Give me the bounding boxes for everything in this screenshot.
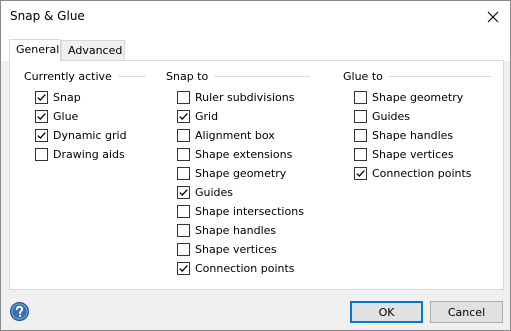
checkbox-snap-to-shape-intersections[interactable]: Shape intersections [177, 203, 304, 220]
checkbox-box[interactable] [35, 148, 48, 161]
checkbox-box[interactable] [177, 224, 190, 237]
checkmark-icon [179, 189, 188, 197]
checkbox-box[interactable] [177, 262, 190, 275]
snap-to-title-text: Snap to [166, 70, 209, 83]
checkbox-label: Dynamic grid [53, 129, 127, 142]
checkbox-box[interactable] [177, 205, 190, 218]
checkbox-snap-to-shape-vertices[interactable]: Shape vertices [177, 241, 277, 258]
checkbox-label: Shape vertices [195, 243, 277, 256]
cancel-button-label: Cancel [447, 305, 486, 319]
group-divider [214, 76, 311, 77]
checkbox-currently-active-snap[interactable]: Snap [35, 89, 81, 106]
checkbox-snap-to-ruler-subdivisions[interactable]: Ruler subdivisions [177, 89, 294, 106]
checkbox-box[interactable] [35, 91, 48, 104]
checkbox-label: Connection points [372, 167, 472, 180]
snap-to-group-title: Snap to [166, 70, 311, 83]
checkbox-snap-to-guides[interactable]: Guides [177, 184, 233, 201]
checkmark-icon [37, 94, 46, 102]
checkbox-label: Guides [372, 110, 411, 123]
checkbox-box[interactable] [354, 148, 367, 161]
checkmark-icon [179, 265, 188, 273]
group-divider [388, 76, 491, 77]
checkbox-label: Guides [195, 186, 234, 199]
checkbox-label: Ruler subdivisions [195, 91, 295, 104]
checkbox-box[interactable] [354, 167, 367, 180]
checkbox-snap-to-shape-handles[interactable]: Shape handles [177, 222, 276, 239]
checkbox-glue-to-shape-vertices[interactable]: Shape vertices [354, 146, 454, 163]
checkbox-snap-to-grid[interactable]: Grid [177, 108, 218, 125]
checkbox-label: Shape intersections [195, 205, 304, 218]
checkbox-label: Shape geometry [195, 167, 287, 180]
checkmark-icon [356, 170, 365, 178]
checkbox-label: Shape extensions [195, 148, 293, 161]
checkbox-box[interactable] [35, 129, 48, 142]
checkbox-box[interactable] [177, 91, 190, 104]
checkbox-label: Glue [53, 110, 79, 123]
checkbox-label: Snap [53, 91, 81, 104]
general-tab-panel: Currently active Snap Glue Dynamic grid Dra… [9, 60, 504, 290]
checkmark-icon [179, 113, 188, 121]
close-icon [487, 11, 499, 22]
tab-advanced[interactable]: Advanced [61, 40, 125, 61]
currently-active-title-text: Currently active [24, 70, 112, 83]
checkbox-snap-to-alignment-box[interactable]: Alignment box [177, 127, 275, 144]
dialog-footer: OK Cancel [1, 291, 510, 330]
group-divider [117, 76, 146, 77]
checkbox-label: Shape geometry [372, 91, 464, 104]
checkbox-glue-to-shape-handles[interactable]: Shape handles [354, 127, 453, 144]
checkbox-label: Grid [195, 110, 219, 123]
checkbox-label: Shape vertices [372, 148, 454, 161]
glue-to-title-text: Glue to [343, 70, 383, 83]
checkbox-label: Shape handles [372, 129, 454, 142]
help-icon [10, 302, 29, 321]
dialog-title: Snap & Glue [10, 9, 85, 23]
checkbox-box[interactable] [177, 148, 190, 161]
checkbox-glue-to-shape-geometry[interactable]: Shape geometry [354, 89, 463, 106]
checkmark-icon [37, 113, 46, 121]
checkbox-label: Drawing aids [53, 148, 125, 161]
help-button[interactable] [10, 302, 29, 321]
tab-general[interactable]: General [9, 39, 61, 62]
ok-button[interactable]: OK [350, 301, 423, 323]
title-bar: Snap & Glue [1, 1, 510, 32]
currently-active-group-title: Currently active [24, 70, 146, 83]
checkbox-label: Shape handles [195, 224, 277, 237]
ok-button-label: OK [378, 305, 395, 319]
checkbox-glue-to-connection-points[interactable]: Connection points [354, 165, 472, 182]
checkbox-currently-active-glue[interactable]: Glue [35, 108, 78, 125]
checkbox-glue-to-guides[interactable]: Guides [354, 108, 410, 125]
checkbox-box[interactable] [354, 129, 367, 142]
checkbox-box[interactable] [177, 110, 190, 123]
checkbox-snap-to-shape-extensions[interactable]: Shape extensions [177, 146, 292, 163]
checkbox-box[interactable] [177, 129, 190, 142]
checkbox-box[interactable] [354, 110, 367, 123]
checkbox-box[interactable] [177, 167, 190, 180]
checkbox-label: Alignment box [195, 129, 275, 142]
close-button[interactable] [476, 1, 510, 32]
snap-glue-dialog: Snap & Glue General Advanced Currently a… [0, 0, 511, 331]
checkbox-currently-active-drawing-aids[interactable]: Drawing aids [35, 146, 125, 163]
glue-to-group-title: Glue to [343, 70, 491, 83]
tab-strip: General Advanced [1, 32, 510, 62]
checkbox-currently-active-dynamic-grid[interactable]: Dynamic grid [35, 127, 127, 144]
checkbox-box[interactable] [177, 186, 190, 199]
checkmark-icon [37, 132, 46, 140]
checkbox-box[interactable] [354, 91, 367, 104]
cancel-button[interactable]: Cancel [430, 301, 503, 323]
tab-general-label: General [16, 43, 60, 56]
checkbox-label: Connection points [195, 262, 295, 275]
tab-advanced-label: Advanced [68, 44, 123, 57]
checkbox-box[interactable] [177, 243, 190, 256]
checkbox-snap-to-connection-points[interactable]: Connection points [177, 260, 295, 277]
checkbox-snap-to-shape-geometry[interactable]: Shape geometry [177, 165, 286, 182]
checkbox-box[interactable] [35, 110, 48, 123]
